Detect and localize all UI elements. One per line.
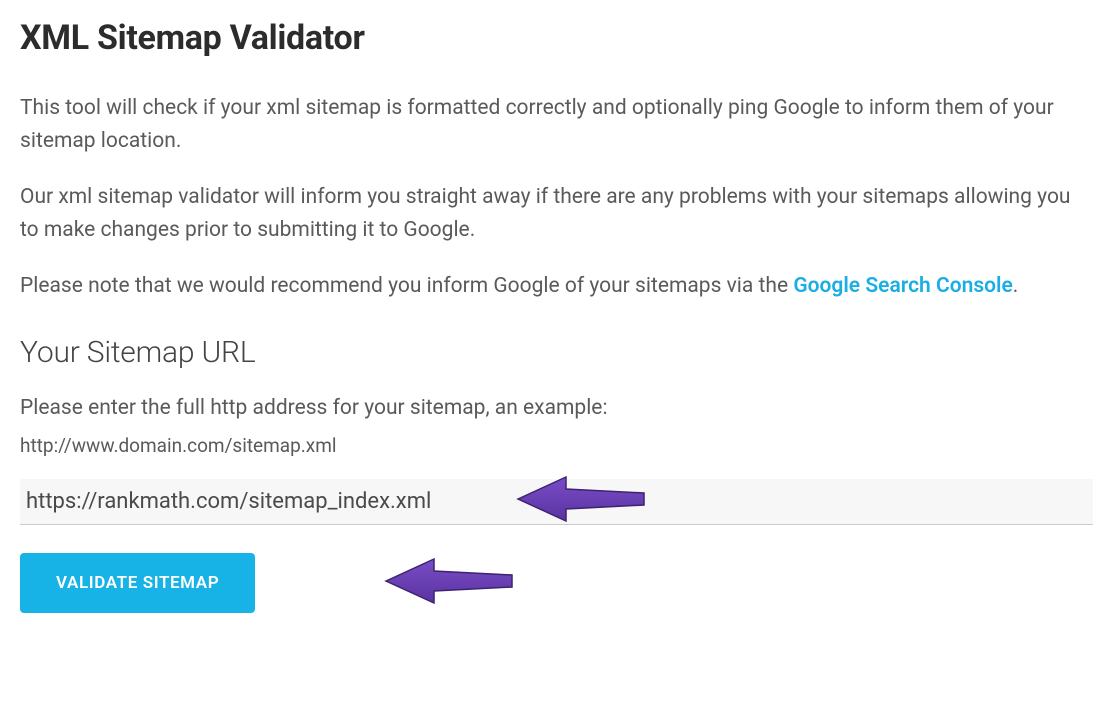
arrow-left-icon [380,555,520,611]
google-search-console-link[interactable]: Google Search Console [793,274,1012,298]
intro3-suffix: . [1013,274,1019,298]
example-url-text: http://www.domain.com/sitemap.xml [20,434,1093,457]
intro-paragraph-1: This tool will check if your xml sitemap… [20,92,1093,157]
sitemap-url-input[interactable] [20,479,1093,525]
sitemap-input-row [20,479,1093,525]
intro-paragraph-3: Please note that we would recommend you … [20,270,1093,303]
instruction-text: Please enter the full http address for y… [20,392,1093,425]
intro-paragraph-2: Our xml sitemap validator will inform yo… [20,181,1093,246]
button-row: VALIDATE SITEMAP [20,553,1093,613]
section-title-sitemap-url: Your Sitemap URL [20,335,1093,370]
intro3-prefix: Please note that we would recommend you … [20,274,793,298]
page-title: XML Sitemap Validator [20,18,1093,58]
validate-sitemap-button[interactable]: VALIDATE SITEMAP [20,553,255,613]
